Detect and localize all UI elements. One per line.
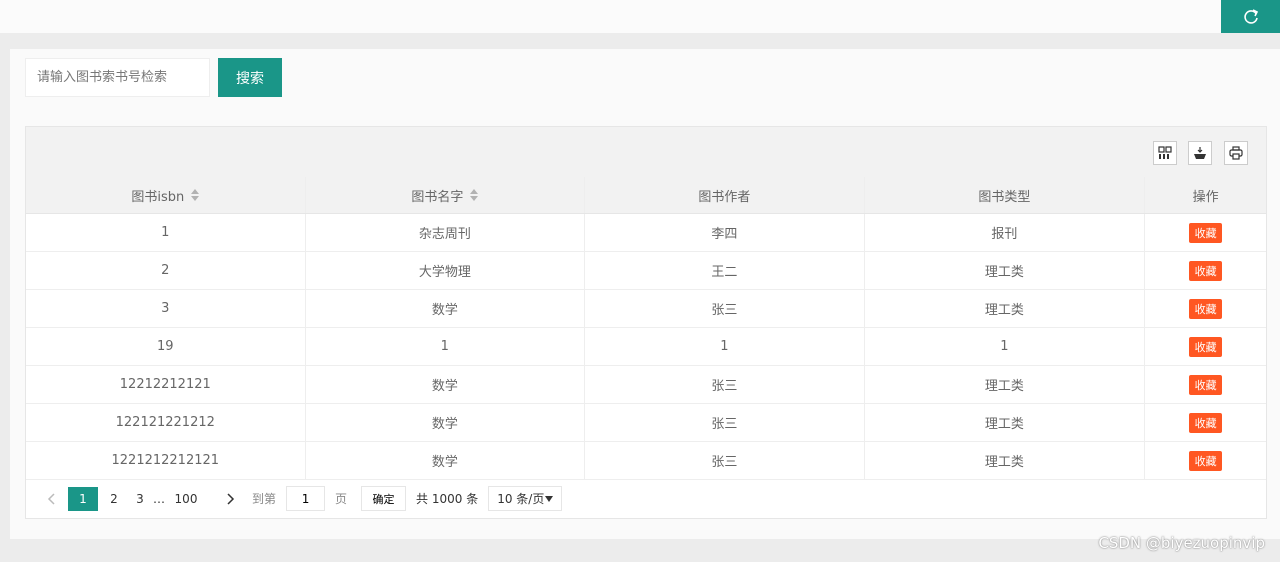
- chevron-left-icon: [47, 492, 55, 505]
- cell-action: 收藏: [1145, 366, 1266, 403]
- columns-icon: [1158, 146, 1172, 159]
- cell-type: 报刊: [865, 214, 1146, 251]
- page-ellipsis: …: [153, 491, 165, 506]
- table-row: 3 数学 张三 理工类 收藏: [26, 290, 1266, 328]
- cell-action: 收藏: [1145, 442, 1266, 479]
- print-icon: [1229, 146, 1243, 160]
- sort-icon[interactable]: [191, 189, 200, 201]
- cell-action: 收藏: [1145, 404, 1266, 441]
- export-button[interactable]: [1188, 141, 1212, 165]
- cell-name: 1: [306, 328, 586, 365]
- table-row: 1221212212121 数学 张三 理工类 收藏: [26, 442, 1266, 480]
- total-count: 共 1000 条: [416, 492, 479, 506]
- page-confirm-button[interactable]: 确定: [361, 486, 407, 511]
- cell-name: 数学: [306, 366, 586, 403]
- refresh-button[interactable]: [1221, 0, 1280, 33]
- cell-isbn: 1221212212121: [26, 442, 306, 479]
- page-unit-label: 页: [335, 492, 348, 506]
- favorite-button[interactable]: 收藏: [1189, 374, 1223, 395]
- cell-isbn: 1: [26, 214, 306, 251]
- cell-isbn: 122121221212: [26, 404, 306, 441]
- cell-isbn: 12212212121: [26, 366, 306, 403]
- page-button-1[interactable]: 1: [68, 486, 98, 511]
- cell-name: 数学: [306, 442, 586, 479]
- cell-author: 张三: [585, 404, 865, 441]
- cell-isbn: 2: [26, 252, 306, 289]
- cell-isbn: 3: [26, 290, 306, 327]
- caret-down-icon: [545, 495, 554, 502]
- column-label: 操作: [1192, 189, 1219, 205]
- table-row: 2 大学物理 王二 理工类 收藏: [26, 252, 1266, 290]
- chevron-right-icon: [227, 492, 235, 505]
- column-label: 图书作者: [698, 189, 751, 205]
- table-toolbar: [26, 127, 1266, 177]
- next-page-button[interactable]: [216, 487, 244, 511]
- watermark: CSDN @biyezuopinvip: [1098, 534, 1265, 552]
- cell-type: 1: [865, 328, 1146, 365]
- column-header-isbn[interactable]: 图书isbn: [26, 177, 306, 213]
- favorite-button[interactable]: 收藏: [1189, 260, 1223, 281]
- cell-author: 张三: [585, 366, 865, 403]
- column-header-name[interactable]: 图书名字: [306, 177, 586, 213]
- page-number-input[interactable]: [286, 486, 326, 511]
- columns-filter-button[interactable]: [1153, 141, 1177, 165]
- top-bar: [0, 0, 1280, 33]
- cell-type: 理工类: [865, 442, 1146, 479]
- column-label: 图书名字: [411, 189, 464, 205]
- cell-action: 收藏: [1145, 328, 1266, 365]
- cell-isbn: 19: [26, 328, 306, 365]
- pagination: 1 2 3 … 100 到第 页 确定 共 1000 条 10 条/页: [26, 479, 1266, 518]
- page-button-2[interactable]: 2: [100, 487, 128, 511]
- export-icon: [1194, 147, 1206, 159]
- table-body: 1 杂志周刊 李四 报刊 收藏 2 大学物理 王二 理工类 收藏 3 数学 张三…: [26, 214, 1266, 480]
- favorite-button[interactable]: 收藏: [1189, 412, 1223, 433]
- table-row: 12212212121 数学 张三 理工类 收藏: [26, 366, 1266, 404]
- sort-icon[interactable]: [470, 189, 479, 201]
- page-size-value: 10 条/页: [497, 492, 545, 506]
- column-label: 图书isbn: [131, 189, 185, 205]
- favorite-button[interactable]: 收藏: [1189, 450, 1223, 471]
- cell-author: 张三: [585, 290, 865, 327]
- table-row: 19 1 1 1 收藏: [26, 328, 1266, 366]
- column-label: 图书类型: [978, 189, 1031, 205]
- page-button-last[interactable]: 100: [168, 487, 204, 511]
- cell-author: 1: [585, 328, 865, 365]
- print-button[interactable]: [1224, 141, 1248, 165]
- favorite-button[interactable]: 收藏: [1189, 298, 1223, 319]
- search-button[interactable]: 搜索: [218, 58, 282, 97]
- cell-name: 数学: [306, 404, 586, 441]
- page-button-3[interactable]: 3: [130, 487, 150, 511]
- cell-name: 数学: [306, 290, 586, 327]
- page-size-select[interactable]: 10 条/页: [488, 486, 563, 511]
- table-row: 122121221212 数学 张三 理工类 收藏: [26, 404, 1266, 442]
- column-header-type: 图书类型: [865, 177, 1146, 213]
- main-panel: 搜索: [10, 49, 1280, 539]
- cell-type: 理工类: [865, 290, 1146, 327]
- cell-author: 李四: [585, 214, 865, 251]
- favorite-button[interactable]: 收藏: [1189, 336, 1223, 357]
- column-header-action: 操作: [1145, 177, 1266, 213]
- cell-action: 收藏: [1145, 214, 1266, 251]
- search-input[interactable]: [25, 58, 210, 97]
- prev-page-button[interactable]: [38, 487, 66, 511]
- cell-name: 杂志周刊: [306, 214, 586, 251]
- goto-label: 到第: [252, 492, 277, 506]
- table-header: 图书isbn 图书名字 图书作者 图书类型 操作: [26, 177, 1266, 214]
- refresh-icon: [1243, 8, 1258, 24]
- book-table: 图书isbn 图书名字 图书作者 图书类型 操作 1 杂志周刊 李四 报刊 收藏…: [25, 126, 1267, 519]
- cell-action: 收藏: [1145, 252, 1266, 289]
- cell-type: 理工类: [865, 366, 1146, 403]
- cell-name: 大学物理: [306, 252, 586, 289]
- column-header-author: 图书作者: [585, 177, 865, 213]
- cell-type: 理工类: [865, 252, 1146, 289]
- cell-action: 收藏: [1145, 290, 1266, 327]
- cell-author: 张三: [585, 442, 865, 479]
- favorite-button[interactable]: 收藏: [1189, 222, 1223, 243]
- cell-type: 理工类: [865, 404, 1146, 441]
- table-row: 1 杂志周刊 李四 报刊 收藏: [26, 214, 1266, 252]
- cell-author: 王二: [585, 252, 865, 289]
